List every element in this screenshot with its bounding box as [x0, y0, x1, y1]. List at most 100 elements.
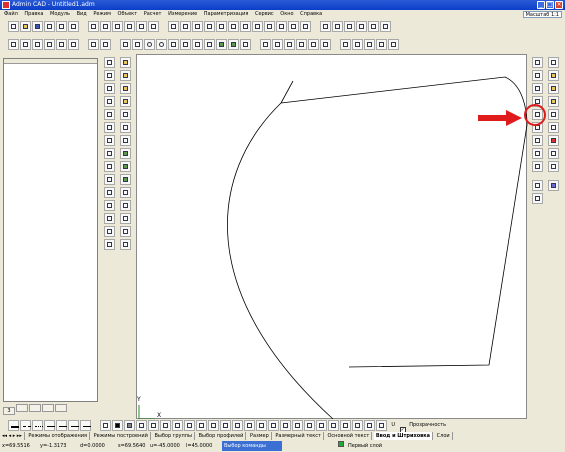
rtool2-icon-9[interactable]: [548, 161, 559, 172]
tab-profile-select[interactable]: Выбор профилей: [197, 432, 247, 440]
menu-item-edit[interactable]: Правка: [24, 11, 43, 17]
toolbar2-icon-2[interactable]: [19, 39, 31, 50]
menu-item-parametrize[interactable]: Параметризация: [204, 11, 249, 17]
maximize-button[interactable]: □: [546, 1, 554, 9]
fill-solid-icon[interactable]: [111, 420, 123, 431]
menu-item-measure[interactable]: Измерение: [168, 11, 197, 17]
rtool1-icon-11[interactable]: [532, 193, 543, 204]
close-button[interactable]: ×: [555, 1, 563, 9]
vtool2-icon-13[interactable]: [120, 213, 131, 224]
hatch-pattern-18-icon[interactable]: [339, 420, 351, 431]
vtool2-icon-7[interactable]: [120, 135, 131, 146]
menu-item-service[interactable]: Сервис: [255, 11, 274, 17]
line-tool-icon[interactable]: [119, 39, 131, 50]
hatch-pattern-8-icon[interactable]: [219, 420, 231, 431]
menu-item-file[interactable]: Файл: [4, 11, 18, 17]
shape-tool-icon[interactable]: [203, 39, 215, 50]
menu-item-module[interactable]: Модуль: [50, 11, 70, 17]
toolbar2-icon-4[interactable]: [43, 39, 55, 50]
check-icon[interactable]: [296, 39, 308, 50]
fill-tool-icon[interactable]: [227, 39, 239, 50]
rtool1-icon-7[interactable]: [532, 135, 543, 146]
toolbar1-icon-28[interactable]: [356, 21, 368, 32]
rtool2-icon-2[interactable]: [548, 70, 559, 81]
hatch-pattern-15-icon[interactable]: [303, 420, 315, 431]
vtool2-icon-11[interactable]: [120, 187, 131, 198]
hatch-pattern-12-icon[interactable]: [267, 420, 279, 431]
vtool1-icon-15[interactable]: [104, 239, 115, 250]
tab-group-select[interactable]: Выбор группы: [152, 432, 195, 440]
vtool1-icon-5[interactable]: [104, 109, 115, 120]
left-tab-5[interactable]: [55, 404, 67, 412]
menu-item-calc[interactable]: Расчет: [144, 11, 162, 17]
toolbar1-icon-12[interactable]: [147, 21, 159, 32]
line-style-solid-icon[interactable]: [7, 420, 19, 431]
vtool1-icon-12[interactable]: [104, 200, 115, 211]
toolbar1-icon-26[interactable]: [332, 21, 344, 32]
hatch-pattern-17-icon[interactable]: [327, 420, 339, 431]
vtool2-icon-3[interactable]: [120, 83, 131, 94]
object-tree-panel[interactable]: [3, 58, 98, 402]
menu-item-mode[interactable]: Режим: [93, 11, 111, 17]
vtool1-icon-3[interactable]: [104, 83, 115, 94]
redo-icon[interactable]: [99, 39, 111, 50]
toolbar1-icon-27[interactable]: [344, 21, 356, 32]
vtool1-icon-6[interactable]: [104, 122, 115, 133]
tab-build-modes[interactable]: Режимы построений: [92, 432, 151, 440]
vtool1-icon-10[interactable]: [104, 174, 115, 185]
hatch-pattern-7-icon[interactable]: [207, 420, 219, 431]
rtool1-icon-10[interactable]: [532, 180, 543, 191]
toolbar1-icon-24[interactable]: [299, 21, 311, 32]
cut-icon[interactable]: [67, 21, 79, 32]
rtool2-icon-3[interactable]: [548, 83, 559, 94]
polyline-tool-icon[interactable]: [191, 39, 203, 50]
vtool1-icon-13[interactable]: [104, 213, 115, 224]
vtool2-icon-4[interactable]: [120, 96, 131, 107]
circle-center-tool-icon[interactable]: [155, 39, 167, 50]
toolbar1-icon-16[interactable]: [203, 21, 215, 32]
tab-input-hatch[interactable]: Ввод и Штриховка: [373, 432, 434, 440]
toolbar1-icon-14[interactable]: [179, 21, 191, 32]
toolbar2-icon-26[interactable]: [340, 39, 352, 50]
rtool2-icon-8[interactable]: [548, 148, 559, 159]
toolbar2-icon-28[interactable]: [364, 39, 376, 50]
toolbar2-icon-6[interactable]: [67, 39, 79, 50]
save-icon[interactable]: [31, 21, 43, 32]
toolbar1-icon-13[interactable]: [167, 21, 179, 32]
toolbar1-icon-19[interactable]: [239, 21, 251, 32]
left-tab-2[interactable]: [16, 404, 28, 412]
toolbar2-icon-25[interactable]: [320, 39, 332, 50]
text-tool-icon[interactable]: [260, 39, 272, 50]
vtool2-icon-10[interactable]: [120, 174, 131, 185]
circle-tool-icon[interactable]: [143, 39, 155, 50]
vtool1-icon-9[interactable]: [104, 161, 115, 172]
toolbar2-icon-22[interactable]: [284, 39, 296, 50]
vtool1-icon-2[interactable]: [104, 70, 115, 81]
line-style-dashdot-icon[interactable]: [31, 420, 43, 431]
left-tab-1[interactable]: 3: [3, 407, 15, 415]
toolbar2-icon-30[interactable]: [388, 39, 400, 50]
open-file-icon[interactable]: [19, 21, 31, 32]
line-style-7-icon[interactable]: [79, 420, 91, 431]
rtool2-icon-4[interactable]: [548, 96, 559, 107]
hatch-pattern-19-icon[interactable]: [351, 420, 363, 431]
rtool1-icon-2[interactable]: [532, 70, 543, 81]
menu-item-object[interactable]: Объект: [118, 11, 138, 17]
tab-display-modes[interactable]: Режимы отображения: [26, 432, 91, 440]
tab-nav-buttons[interactable]: ◂◂ ◂ ▸ ▸▸: [0, 432, 25, 440]
tab-dimension-text[interactable]: Размерный текст: [273, 432, 324, 440]
toolbar1-icon-30[interactable]: [380, 21, 392, 32]
rtool1-icon-3[interactable]: [532, 83, 543, 94]
toolbar2-icon-1[interactable]: [7, 39, 19, 50]
line-style-5-icon[interactable]: [55, 420, 67, 431]
toolbar1-icon-8[interactable]: [99, 21, 111, 32]
hatch-tool-icon[interactable]: [215, 39, 227, 50]
toolbar1-icon-29[interactable]: [368, 21, 380, 32]
scale-combo[interactable]: Масштаб 1:1: [522, 11, 562, 18]
vtool2-icon-6[interactable]: [120, 122, 131, 133]
new-file-icon[interactable]: [7, 21, 19, 32]
drawing-canvas[interactable]: Y X: [136, 54, 528, 420]
vtool2-icon-15[interactable]: [120, 239, 131, 250]
line-style-dash-icon[interactable]: [19, 420, 31, 431]
vtool1-icon-7[interactable]: [104, 135, 115, 146]
